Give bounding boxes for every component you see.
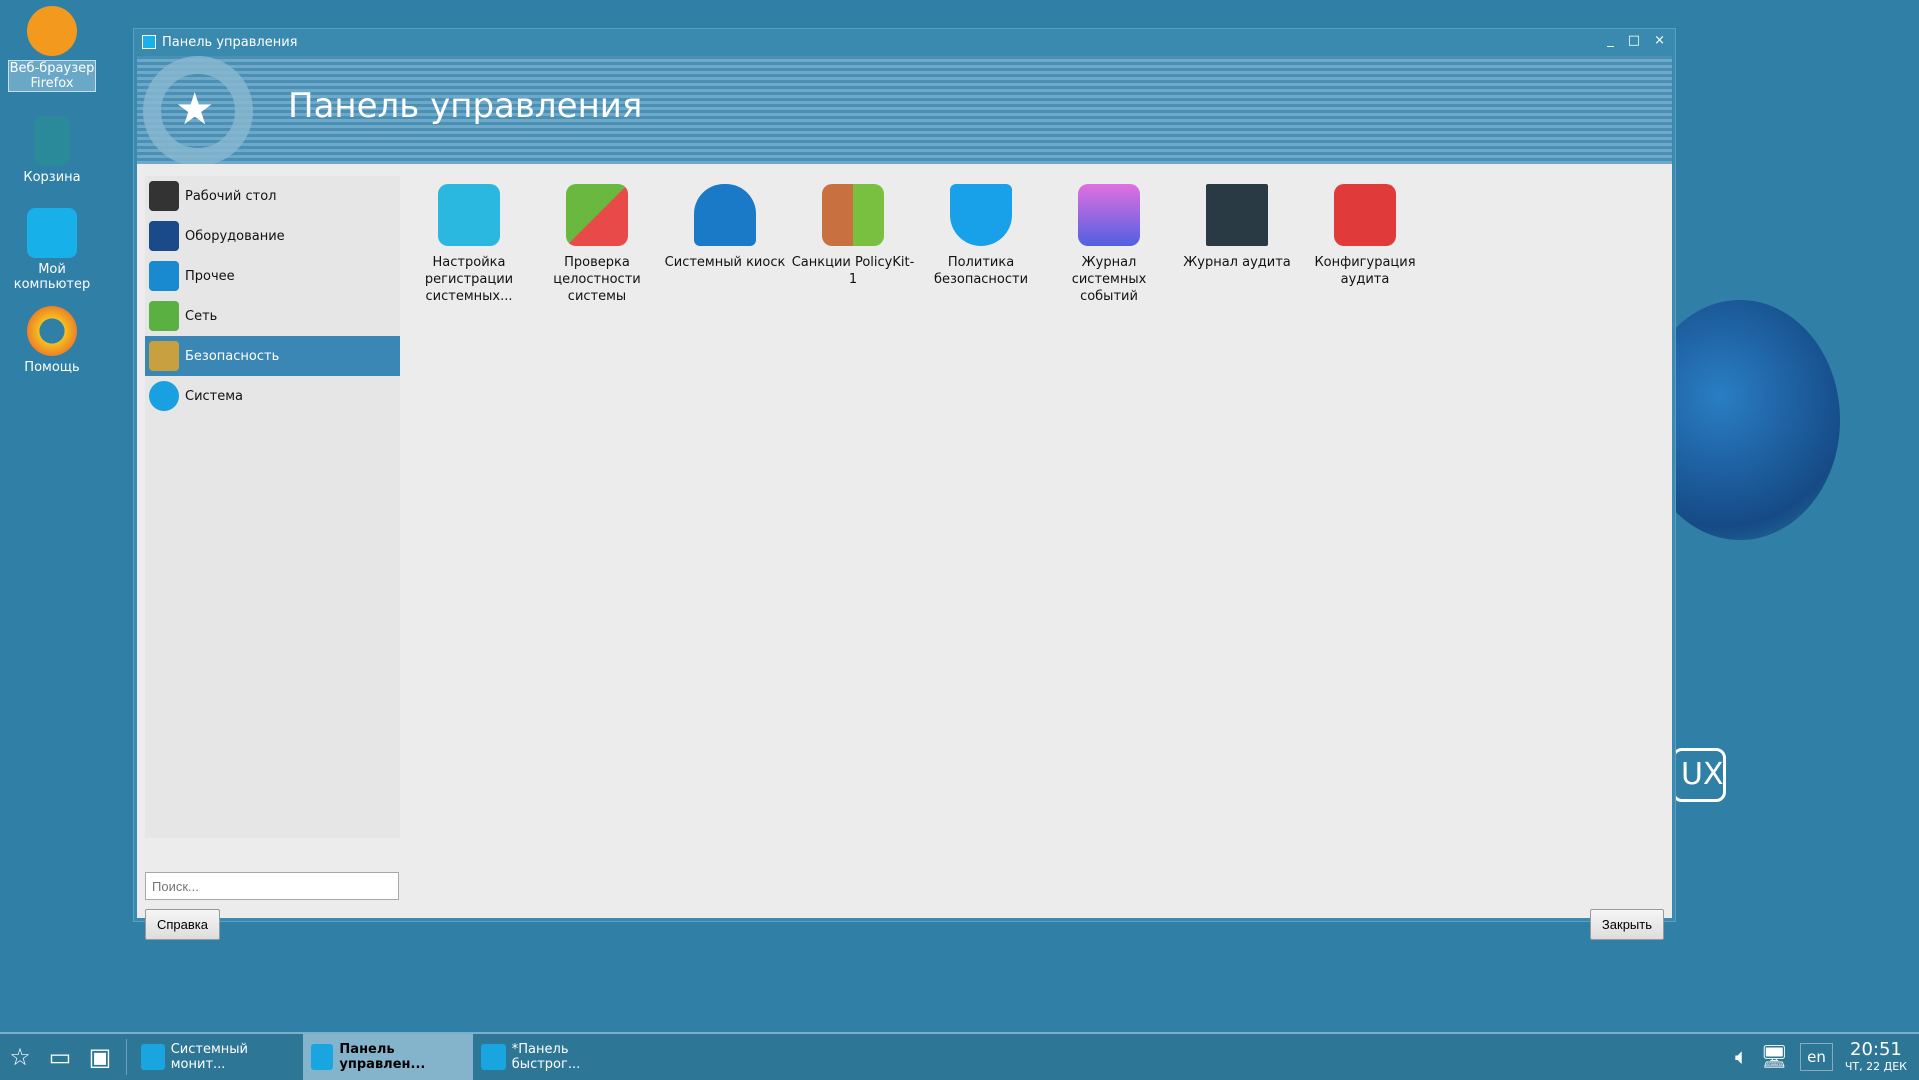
category-sidebar: Рабочий стол Оборудование Прочее Сеть Бе…	[145, 176, 400, 838]
minimize-button[interactable]: _	[1607, 33, 1614, 48]
trash-icon	[34, 116, 70, 166]
applet-logging-settings[interactable]: Настройка регистрации системных...	[405, 184, 533, 305]
log-list-icon	[1206, 184, 1268, 246]
windows-switcher-icon[interactable]: ▭	[40, 1037, 80, 1077]
close-dialog-button[interactable]: Закрыть	[1589, 909, 1664, 940]
system-gear-icon	[149, 381, 179, 411]
volume-icon[interactable]: 🔈︎	[1735, 1045, 1748, 1070]
taskbar: ☆ ▭ ▣ Системный монит... Панель управлен…	[0, 1032, 1919, 1080]
window-title: Панель управления	[162, 34, 298, 50]
control-panel-window: Панель управления _ □ × ★ Панель управлени…	[133, 28, 1676, 940]
file-manager-icon[interactable]: ▣	[80, 1037, 120, 1077]
sidebar-item-security[interactable]: Безопасность	[145, 336, 400, 376]
computer-icon	[27, 208, 77, 258]
document-icon	[481, 1044, 506, 1070]
search-input[interactable]	[145, 872, 399, 900]
applet-grid: Настройка регистрации системных... Прове…	[405, 176, 1666, 874]
applet-audit-log[interactable]: Журнал аудита	[1173, 184, 1301, 271]
desktop-icon	[149, 181, 179, 211]
audit-gear-icon	[1334, 184, 1396, 246]
applet-security-policy[interactable]: Политика безопасности	[917, 184, 1045, 288]
applet-integrity-check[interactable]: Проверка целостности системы	[533, 184, 661, 305]
network-icon	[149, 301, 179, 331]
control-panel-icon	[311, 1044, 334, 1070]
help-lifebuoy-icon	[27, 306, 77, 356]
sidebar-item-other[interactable]: Прочее	[145, 256, 400, 296]
desktop-icon-firefox[interactable]: Веб-браузер Firefox	[8, 6, 96, 92]
desktop-icon-help[interactable]: Помощь	[8, 306, 96, 375]
close-button[interactable]: ×	[1654, 33, 1665, 48]
monitor-icon	[141, 1044, 165, 1070]
sidebar-item-system[interactable]: Система	[145, 376, 400, 416]
os-logo: UX	[1672, 748, 1726, 802]
task-quick-panel[interactable]: *Панель быстрог...	[473, 1034, 643, 1080]
network-status-icon[interactable]: 🖥︎	[1760, 1045, 1788, 1070]
task-system-monitor[interactable]: Системный монит...	[133, 1034, 303, 1080]
start-menu-star-icon[interactable]: ☆	[0, 1037, 40, 1077]
sidebar-item-network[interactable]: Сеть	[145, 296, 400, 336]
page-title: Панель управления	[288, 86, 643, 126]
settings-icon	[149, 261, 179, 291]
applet-policykit[interactable]: Санкции PolicyKit-1	[789, 184, 917, 288]
applet-kiosk[interactable]: Системный киоск	[661, 184, 789, 271]
desktop-icon-computer[interactable]: Мой компьютер	[8, 208, 96, 292]
shield-icon	[950, 184, 1012, 246]
clock[interactable]: 20:51 ЧТ, 22 ДЕК	[1845, 1040, 1907, 1074]
header-banner: ★ Панель управления	[137, 56, 1672, 166]
sidebar-item-hardware[interactable]: Оборудование	[145, 216, 400, 256]
sigma-lock-icon	[566, 184, 628, 246]
maximize-button[interactable]: □	[1628, 33, 1640, 48]
title-bar[interactable]: Панель управления	[134, 29, 1675, 55]
security-icon	[149, 341, 179, 371]
bell-icon	[1078, 184, 1140, 246]
applet-audit-config[interactable]: Конфигурация аудита	[1301, 184, 1429, 288]
gear-settings-icon	[438, 184, 500, 246]
help-button[interactable]: Справка	[145, 909, 220, 940]
desktop-icon-trash[interactable]: Корзина	[8, 116, 96, 185]
sidebar-item-desktop[interactable]: Рабочий стол	[145, 176, 400, 216]
user-lock-icon	[822, 184, 884, 246]
task-control-panel[interactable]: Панель управлен...	[303, 1034, 473, 1080]
star-icon: ★	[175, 84, 215, 135]
hardware-icon	[149, 221, 179, 251]
app-icon	[142, 35, 156, 49]
kiosk-icon	[694, 184, 756, 246]
keyboard-layout[interactable]: en	[1800, 1043, 1833, 1071]
separator	[126, 1039, 127, 1075]
firefox-icon	[27, 6, 77, 56]
applet-system-events-log[interactable]: Журнал системных событий	[1045, 184, 1173, 305]
